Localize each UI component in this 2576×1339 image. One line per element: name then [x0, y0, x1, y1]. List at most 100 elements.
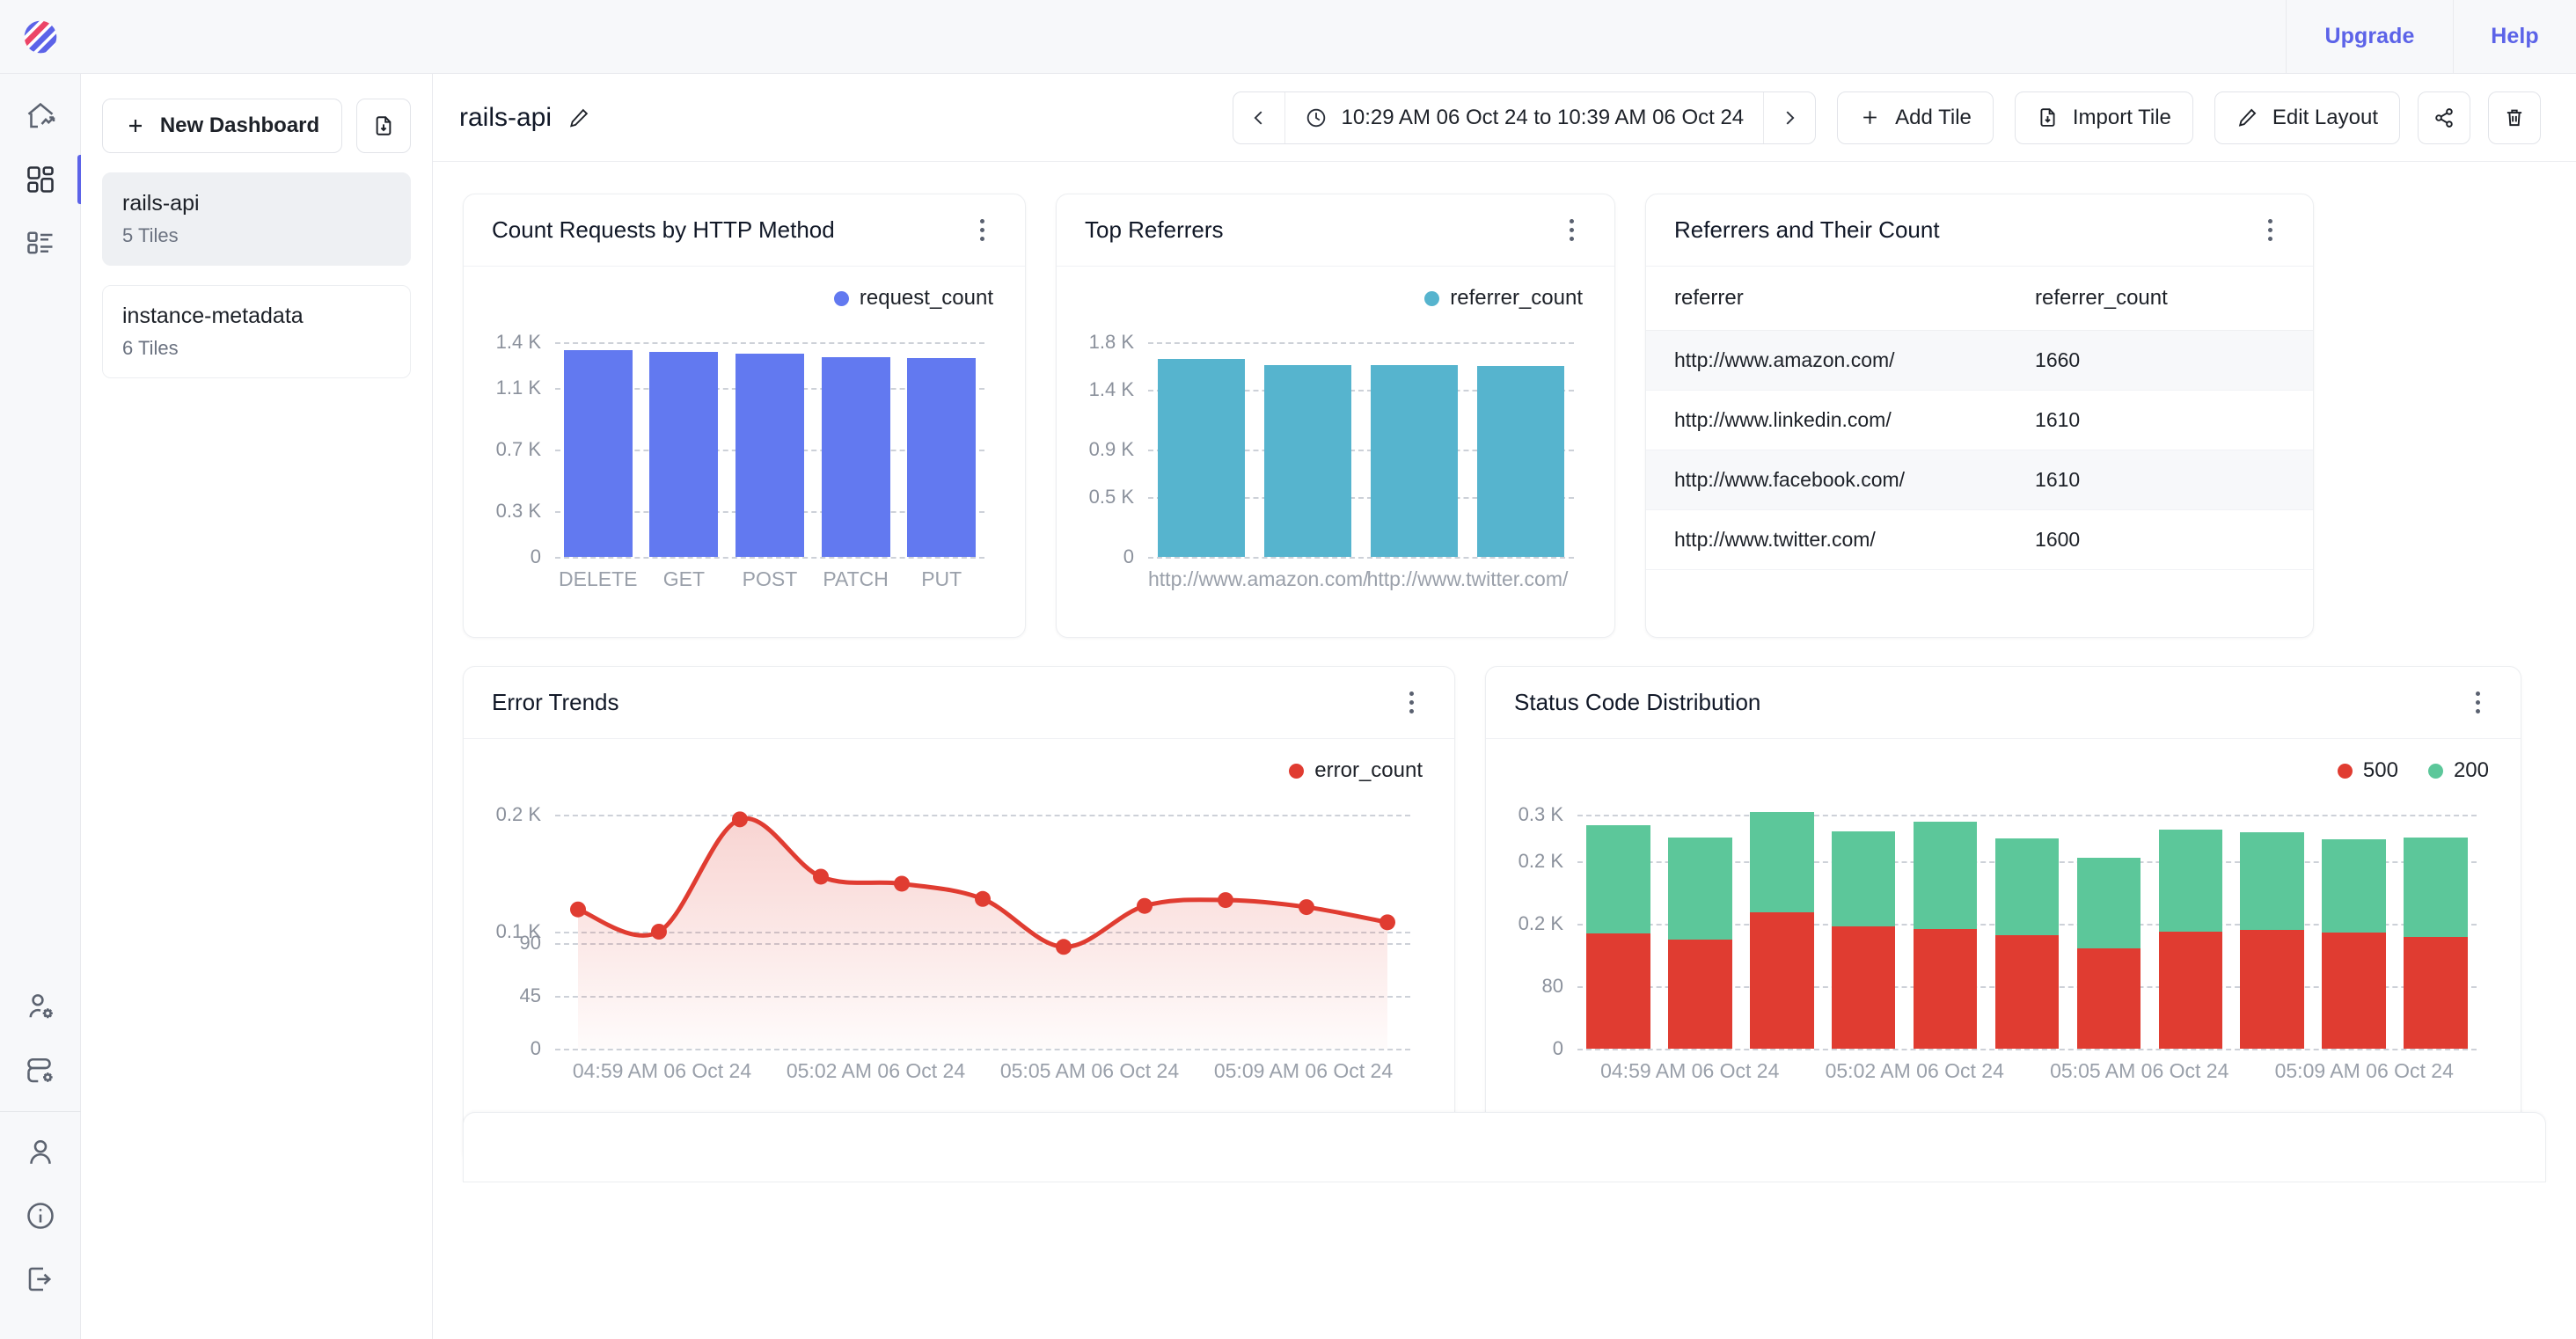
legend-item[interactable]: referrer_count: [1424, 286, 1583, 311]
tile-menu-button[interactable]: [1556, 219, 1586, 241]
stacked-bar-segment[interactable]: [1994, 838, 2060, 935]
bar[interactable]: [1370, 364, 1459, 557]
data-point[interactable]: 108: [1379, 914, 1395, 931]
dashboard-grid-icon: [27, 166, 54, 193]
column-header-referrer-count[interactable]: referrer_count: [2026, 267, 2313, 331]
rail-item-dashboards[interactable]: [0, 148, 82, 211]
upgrade-link[interactable]: Upgrade: [2286, 0, 2453, 74]
time-range-value-button[interactable]: 10:29 AM 06 Oct 24 to 10:39 AM 06 Oct 24: [1284, 91, 1765, 143]
bar[interactable]: [649, 351, 719, 557]
table-row[interactable]: http://www.facebook.com/1610: [1646, 450, 2313, 510]
bar[interactable]: [563, 349, 633, 557]
edit-title-button[interactable]: [567, 106, 590, 129]
bar[interactable]: [735, 354, 805, 557]
data-point[interactable]: 196: [732, 811, 748, 828]
data-point[interactable]: 100: [651, 924, 667, 940]
bar[interactable]: [1157, 358, 1246, 557]
app-logo[interactable]: [0, 18, 81, 56]
stacked-bar-segment[interactable]: [2076, 857, 2141, 948]
stacked-bar-segment[interactable]: [1913, 929, 1978, 1049]
stacked-bar-segment[interactable]: [1750, 812, 1814, 912]
tile-menu-button[interactable]: [2255, 219, 2285, 241]
column-header-referrer[interactable]: referrer: [1646, 267, 2027, 331]
legend-item[interactable]: request_count: [833, 286, 993, 311]
share-dashboard-button[interactable]: [2418, 91, 2470, 144]
table-row[interactable]: http://www.linkedin.com/1610: [1646, 390, 2313, 450]
gridline: [555, 557, 984, 559]
data-point[interactable]: 121: [1299, 899, 1314, 916]
stacked-bar-segment[interactable]: [1994, 934, 2060, 1049]
stacked-bar-segment[interactable]: [1668, 837, 1732, 940]
stacked-bar-segment[interactable]: [2158, 932, 2223, 1049]
gridline: [555, 342, 984, 344]
help-link[interactable]: Help: [2453, 0, 2576, 74]
stacked-bar-segment[interactable]: [1831, 830, 1896, 926]
stacked-bar-segment[interactable]: [2404, 837, 2468, 938]
data-point[interactable]: 128: [975, 890, 991, 907]
edit-layout-button[interactable]: Edit Layout: [2214, 91, 2400, 144]
dashboard-item-tile-count: 6 Tiles: [122, 336, 179, 359]
new-dashboard-button[interactable]: New Dashboard: [102, 99, 342, 153]
rail-item-saved-views[interactable]: [0, 211, 81, 274]
import-dashboard-button[interactable]: [356, 99, 411, 153]
x-axis-tick-label: PUT: [921, 567, 962, 590]
stacked-bar-segment[interactable]: [1913, 821, 1978, 930]
stacked-bar-segment[interactable]: [1668, 939, 1732, 1049]
legend-item[interactable]: error_count: [1289, 758, 1423, 783]
stacked-bar-segment[interactable]: [2240, 832, 2304, 931]
plus-icon: [128, 120, 142, 132]
tile-body: request_count 0 0.3 K 0.7 K 1.1 K 1.4 K DELET…: [464, 267, 1025, 637]
stacked-bar-segment[interactable]: [1586, 825, 1650, 933]
tile-body: 500 200 0 80 0.2 K 0.2 K 0.3 K 04:59 AM 06 Oc…: [1486, 739, 2521, 1162]
tile-top-referrers: Top Referrers referrer_count 0 0.5 K 0.9 K…: [1056, 194, 1615, 638]
tile-header: Error Trends: [464, 667, 1454, 739]
x-axis-tick-label: 04:59 AM 06 Oct 24: [572, 1059, 752, 1082]
rail-item-team-settings[interactable]: [0, 976, 81, 1039]
rail-item-about[interactable]: [0, 1184, 81, 1248]
stacked-bar-segment[interactable]: [1750, 911, 1814, 1049]
legend-item[interactable]: 500: [2337, 758, 2398, 783]
stacked-bar-segment[interactable]: [2322, 932, 2386, 1049]
rail-item-logout[interactable]: [0, 1248, 81, 1311]
bar[interactable]: [1476, 366, 1565, 557]
cell-referrer-count: 1610: [2026, 450, 2313, 510]
stacked-bar-segment[interactable]: [1586, 933, 1650, 1049]
stacked-bar-segment[interactable]: [1831, 926, 1896, 1049]
legend-color-dot: [2427, 763, 2443, 779]
tile-menu-button[interactable]: [967, 219, 997, 241]
x-axis-tick-label: 04:59 AM 06 Oct 24: [1600, 1059, 1780, 1082]
bar[interactable]: [821, 356, 890, 557]
table-row[interactable]: http://www.amazon.com/1660: [1646, 330, 2313, 391]
table-row[interactable]: http://www.twitter.com/1600: [1646, 509, 2313, 570]
tile-menu-button[interactable]: [1396, 691, 1426, 713]
rail-item-account[interactable]: [0, 1121, 81, 1184]
edit-layout-label: Edit Layout: [2272, 105, 2378, 129]
data-point[interactable]: 122: [1137, 897, 1153, 914]
legend-item[interactable]: 200: [2427, 758, 2489, 783]
data-point[interactable]: 147: [813, 868, 829, 885]
bar[interactable]: [907, 358, 977, 557]
stacked-bar-segment[interactable]: [2158, 829, 2223, 932]
rail-item-data-sources[interactable]: [0, 1039, 81, 1102]
add-tile-button[interactable]: Add Tile: [1837, 91, 1994, 144]
dashboard-item-rails-api[interactable]: rails-api 5 Tiles: [102, 172, 411, 266]
dashboard-item-instance-metadata[interactable]: instance-metadata 6 Tiles: [102, 284, 411, 378]
stacked-bar-segment[interactable]: [2322, 839, 2386, 933]
rail-item-home-analytics[interactable]: [0, 84, 81, 148]
data-point[interactable]: 119: [570, 901, 586, 918]
data-point[interactable]: 127: [1218, 892, 1233, 909]
x-axis-tick-label: http://www.amazon.com/: [1148, 567, 1369, 590]
bar[interactable]: [1263, 364, 1352, 557]
data-point[interactable]: 87: [1056, 939, 1072, 955]
x-axis-tick-label: DELETE: [559, 567, 638, 590]
time-range-next-button[interactable]: [1764, 92, 1815, 143]
data-point[interactable]: 141: [894, 875, 910, 892]
tile-grid: Count Requests by HTTP Method request_co…: [433, 162, 2576, 1182]
stacked-bar-segment[interactable]: [2076, 948, 2141, 1049]
delete-dashboard-button[interactable]: [2488, 91, 2541, 144]
import-tile-button[interactable]: Import Tile: [2014, 91, 2193, 144]
stacked-bar-segment[interactable]: [2404, 937, 2468, 1049]
tile-menu-button[interactable]: [2463, 691, 2492, 713]
time-range-prev-button[interactable]: [1233, 92, 1284, 143]
stacked-bar-segment[interactable]: [2240, 930, 2304, 1049]
